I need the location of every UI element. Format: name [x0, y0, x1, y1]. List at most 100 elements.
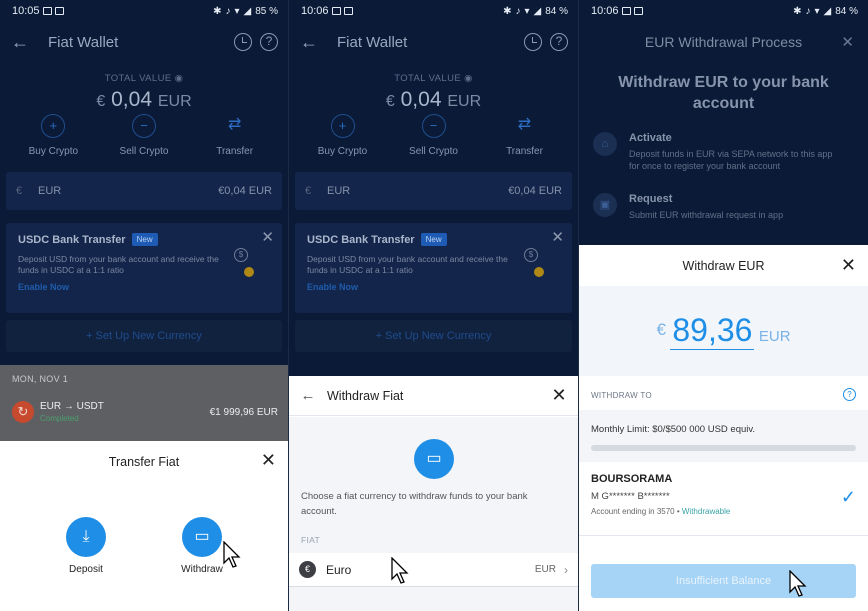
currency-row-eur[interactable]: € EUR €0,04 EUR: [6, 172, 282, 210]
image-notif-icon: [42, 7, 52, 15]
help-icon[interactable]: ?: [843, 388, 856, 401]
battery-level: 85 %: [255, 5, 278, 17]
currency-row-eur[interactable]: € EUR €0,04 EUR: [295, 172, 572, 210]
history-icon[interactable]: [524, 33, 542, 51]
help-icon[interactable]: ?: [550, 33, 568, 51]
headline: Withdraw EUR to your bank account: [618, 74, 829, 112]
plus-icon: +: [41, 114, 66, 138]
help-icon[interactable]: ?: [260, 33, 278, 51]
eye-icon[interactable]: ◉: [175, 73, 184, 84]
battery-level: 84 %: [545, 5, 568, 17]
usdc-bank-transfer-card: USDC Bank Transfer New Deposit USD from y…: [295, 223, 572, 313]
chevron-right-icon: ›: [564, 562, 568, 577]
wifi-icon: ▾: [234, 5, 240, 17]
close-icon[interactable]: ✕: [841, 33, 854, 51]
bank-icon: ▭: [414, 439, 454, 479]
exchange-icon: ↻: [12, 401, 34, 423]
screen-fiat-wallet-transfer: 10:05 ✱ ♪ ▾ ◢ 85 % ← Fiat Wallet ? TOTAL…: [0, 0, 288, 611]
transfer-fiat-sheet: Transfer Fiat ✕ ⤓ Deposit ▭ Withdraw: [0, 441, 288, 611]
screen-eur-withdrawal: 10:06 ✱ ♪ ▾ ◢ 84 % EUR Withdrawal Proces…: [579, 0, 868, 611]
usdc-bank-transfer-card: USDC Bank Transfer New Deposit USD from y…: [6, 223, 282, 313]
bank-icon: ▭: [182, 517, 222, 557]
download-icon: ⤓: [66, 517, 106, 557]
page-title: EUR Withdrawal Process: [644, 34, 803, 50]
back-arrow-icon[interactable]: ←: [289, 32, 329, 53]
checkmark-icon: ✓: [840, 487, 856, 507]
status-time: 10:05: [12, 5, 40, 17]
sell-crypto-button[interactable]: − Sell Crypto: [99, 114, 189, 157]
status-bar: 10:06 ✱ ♪ ▾ ◢ 84 %: [579, 0, 868, 22]
close-icon[interactable]: ✕: [551, 228, 564, 246]
enable-now-link[interactable]: Enable Now: [18, 282, 270, 292]
header: ← Fiat Wallet ?: [289, 22, 578, 62]
mouse-cursor-icon: [223, 541, 241, 568]
signal-icon: ◢: [823, 5, 832, 17]
euro-icon: €: [299, 561, 316, 578]
transaction-history: MON, NOV 1 ↻ EUR → USDT Completed €1 999…: [0, 365, 288, 441]
page-title: Fiat Wallet: [48, 33, 119, 51]
dollar-coin-icon: $: [234, 248, 248, 262]
new-badge: New: [420, 233, 447, 246]
sheet-title: Transfer Fiat: [108, 455, 180, 469]
sell-crypto-button[interactable]: − Sell Crypto: [389, 114, 479, 157]
close-icon[interactable]: ✕: [540, 385, 578, 406]
bluetooth-icon: ✱: [503, 5, 512, 17]
bluetooth-icon: ✱: [213, 5, 222, 17]
status-time: 10:06: [591, 5, 619, 17]
withdraw-to-label: WITHDRAW TO: [591, 391, 652, 400]
total-value-amount: € 0,04 EUR: [96, 88, 192, 111]
amount-input[interactable]: € 89,36 EUR: [579, 312, 868, 350]
back-arrow-icon[interactable]: ←: [289, 387, 327, 404]
sheet-description: Choose a fiat currency to withdraw funds…: [301, 491, 528, 517]
enable-now-link[interactable]: Enable Now: [307, 282, 560, 292]
wallet-actions: + Buy Crypto − Sell Crypto ⇄ Transfer: [0, 114, 288, 157]
close-icon[interactable]: ✕: [841, 256, 856, 274]
mouse-cursor-icon: [789, 570, 807, 597]
close-icon[interactable]: ✕: [261, 228, 274, 246]
wifi-icon: ▾: [814, 5, 820, 17]
bank-account-option[interactable]: BOURSORAMA M G******* B******* Account e…: [591, 473, 858, 516]
buy-crypto-button[interactable]: + Buy Crypto: [8, 114, 98, 157]
amount-area: € 89,36 EUR: [579, 286, 868, 376]
section-label: FIAT: [301, 535, 320, 545]
history-date: MON, NOV 1: [12, 374, 69, 384]
sheet-header: ← Withdraw Fiat ✕: [289, 376, 578, 416]
setup-new-currency-button[interactable]: + Set Up New Currency: [295, 320, 572, 352]
header: ← Fiat Wallet ?: [0, 22, 288, 62]
plus-icon: +: [330, 114, 355, 138]
close-icon[interactable]: ✕: [261, 451, 276, 469]
setup-new-currency-button[interactable]: + Set Up New Currency: [6, 320, 282, 352]
message-notif-icon: [343, 7, 353, 15]
transfer-button[interactable]: ⇄ Transfer: [190, 114, 280, 157]
wifi-icon: ▾: [524, 5, 530, 17]
total-value-amount: € 0,04 EUR: [385, 88, 482, 111]
sheet-title: Withdraw Fiat: [327, 388, 404, 403]
minus-icon: −: [131, 114, 156, 138]
request-icon: ▣: [593, 193, 617, 217]
new-badge: New: [131, 233, 158, 246]
transaction-row[interactable]: ↻ EUR → USDT Completed €1 999,96 EUR: [12, 401, 278, 423]
limit-progress-bar: [591, 445, 856, 451]
coin-icon: [534, 267, 544, 277]
step-activate: ⌂ Activate Deposit funds in EUR via SEPA…: [593, 132, 858, 172]
transfer-button[interactable]: ⇄ Transfer: [480, 114, 570, 157]
message-notif-icon: [54, 7, 64, 15]
insufficient-balance-button[interactable]: Insufficient Balance: [591, 564, 856, 598]
mouse-cursor-icon: [391, 557, 409, 584]
deposit-button[interactable]: ⤓ Deposit: [46, 517, 126, 575]
sheet-title: Withdraw EUR: [682, 259, 765, 273]
coin-icon: [244, 267, 254, 277]
currency-option-euro[interactable]: € Euro EUR ›: [289, 553, 578, 587]
mute-icon: ♪: [515, 5, 521, 17]
step-request: ▣ Request Submit EUR withdrawal request …: [593, 193, 858, 221]
wallet-actions: + Buy Crypto − Sell Crypto ⇄ Transfer: [289, 114, 578, 157]
total-value-label: TOTAL VALUE ◉: [394, 73, 473, 84]
status-bar: 10:06 ✱ ♪ ▾ ◢ 84 %: [289, 0, 578, 22]
back-arrow-icon[interactable]: ←: [0, 32, 40, 53]
signal-icon: ◢: [533, 5, 542, 17]
buy-crypto-button[interactable]: + Buy Crypto: [298, 114, 388, 157]
eye-icon[interactable]: ◉: [464, 73, 473, 84]
mute-icon: ♪: [805, 5, 811, 17]
history-icon[interactable]: [234, 33, 252, 51]
dollar-coin-icon: $: [524, 248, 538, 262]
